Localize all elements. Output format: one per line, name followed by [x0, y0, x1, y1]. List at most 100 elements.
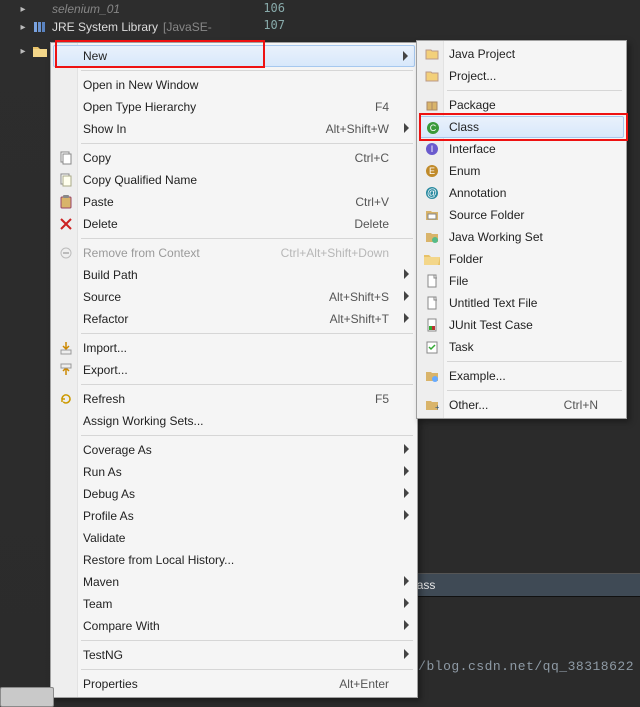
new-submenu-item[interactable]: @Annotation	[419, 182, 624, 204]
context-menu-item[interactable]: Open in New Window	[53, 74, 415, 96]
context-menu-item-label: Debug As	[83, 487, 389, 501]
explorer-row-label: JRE System Library	[52, 20, 158, 34]
context-menu-item[interactable]: Build Path	[53, 264, 415, 286]
working-set-icon	[424, 229, 440, 245]
context-menu-item[interactable]: DeleteDelete	[53, 213, 415, 235]
folder-icon	[424, 251, 440, 267]
node-icon	[33, 2, 47, 16]
export-icon	[58, 362, 74, 378]
chevron-right-icon	[404, 444, 409, 454]
new-submenu-item[interactable]: JUnit Test Case	[419, 314, 624, 336]
context-menu-item-label: Profile As	[83, 509, 389, 523]
new-submenu-item[interactable]: Package	[419, 94, 624, 116]
new-submenu-item[interactable]: I Interface	[419, 138, 624, 160]
context-menu-item-shortcut: Alt+Shift+S	[301, 290, 389, 304]
context-menu-item[interactable]: Validate	[53, 527, 415, 549]
context-menu-item-label: Paste	[83, 195, 327, 209]
context-menu-item[interactable]: New	[53, 45, 415, 67]
proj-icon	[424, 68, 440, 84]
context-menu-item[interactable]: RefactorAlt+Shift+T	[53, 308, 415, 330]
context-menu-item[interactable]: Profile As	[53, 505, 415, 527]
new-submenu-item[interactable]: Java Working Set	[419, 226, 624, 248]
new-submenu-item-label: Task	[449, 340, 598, 354]
context-menu-item-label: Restore from Local History...	[83, 553, 389, 567]
context-menu-item[interactable]: Open Type HierarchyF4	[53, 96, 415, 118]
tree-twist-icon[interactable]: ▸	[18, 46, 28, 57]
context-menu-item-label: Team	[83, 597, 389, 611]
menu-separator	[81, 384, 413, 385]
context-menu-item[interactable]: Debug As	[53, 483, 415, 505]
new-submenu-item-label: Project...	[449, 69, 598, 83]
svg-text:I: I	[431, 144, 434, 154]
context-menu-item-label: Coverage As	[83, 443, 389, 457]
new-submenu-item-label: Java Project	[449, 47, 598, 61]
refresh-icon	[58, 391, 74, 407]
context-menu-item[interactable]: TestNG	[53, 644, 415, 666]
new-submenu-item[interactable]: Java Project	[419, 43, 624, 65]
explorer-row[interactable]: ▸JRE System Library [JavaSE-	[0, 18, 230, 36]
new-submenu-item-label: Java Working Set	[449, 230, 598, 244]
line-number: 106	[230, 0, 285, 17]
folder-open-icon	[33, 44, 47, 58]
svg-text:E: E	[429, 166, 435, 176]
context-menu-item[interactable]: Maven	[53, 571, 415, 593]
context-menu-item-label: Properties	[83, 677, 311, 691]
context-menu-item[interactable]: Copy Qualified Name	[53, 169, 415, 191]
context-menu-item[interactable]: Restore from Local History...	[53, 549, 415, 571]
context-menu-item-label: Run As	[83, 465, 389, 479]
new-submenu[interactable]: Java Project Project... PackageCClass I Inte…	[416, 40, 627, 419]
context-menu-item[interactable]: SourceAlt+Shift+S	[53, 286, 415, 308]
svg-text:C: C	[430, 123, 437, 133]
new-submenu-item[interactable]: Source Folder	[419, 204, 624, 226]
new-submenu-item[interactable]: EEnum	[419, 160, 624, 182]
context-menu[interactable]: New Open in New Window Open Type Hierarchy…	[50, 42, 418, 698]
line-numbers: 106107	[230, 0, 293, 34]
new-submenu-item[interactable]: CClass	[419, 116, 624, 138]
context-menu-item-label: TestNG	[83, 648, 389, 662]
new-submenu-item[interactable]: Untitled Text File	[419, 292, 624, 314]
context-menu-item[interactable]: Team	[53, 593, 415, 615]
new-submenu-item[interactable]: Example...	[419, 365, 624, 387]
context-menu-item-label: Open in New Window	[83, 78, 389, 92]
context-menu-item-label: Copy Qualified Name	[83, 173, 389, 187]
context-menu-item-label: Compare With	[83, 619, 389, 633]
context-menu-item[interactable]: PropertiesAlt+Enter	[53, 673, 415, 695]
new-submenu-item-label: Source Folder	[449, 208, 598, 222]
new-submenu-item[interactable]: +Other...Ctrl+N	[419, 394, 624, 416]
tree-twist-icon[interactable]: ▸	[18, 22, 28, 33]
context-menu-item-shortcut: Ctrl+V	[327, 195, 389, 209]
context-menu-item[interactable]: Compare With	[53, 615, 415, 637]
chevron-right-icon	[404, 313, 409, 323]
context-menu-item[interactable]: CopyCtrl+C	[53, 147, 415, 169]
context-menu-item-shortcut: Ctrl+C	[327, 151, 389, 165]
delete-icon	[58, 216, 74, 232]
new-submenu-item-label: Annotation	[449, 186, 598, 200]
chevron-right-icon	[404, 510, 409, 520]
menu-separator	[447, 390, 622, 391]
context-menu-item[interactable]: Import...	[53, 337, 415, 359]
new-submenu-item[interactable]: File	[419, 270, 624, 292]
new-submenu-item[interactable]: Project...	[419, 65, 624, 87]
context-menu-item[interactable]: PasteCtrl+V	[53, 191, 415, 213]
new-submenu-item-label: JUnit Test Case	[449, 318, 598, 332]
task-icon	[424, 339, 440, 355]
remove-ctx-icon	[58, 245, 74, 261]
context-menu-item[interactable]: Export...	[53, 359, 415, 381]
new-submenu-item-label: Interface	[449, 142, 598, 156]
context-menu-item[interactable]: Coverage As	[53, 439, 415, 461]
line-number: 107	[230, 17, 285, 34]
context-menu-item[interactable]: Show InAlt+Shift+W	[53, 118, 415, 140]
context-menu-item[interactable]: Run As	[53, 461, 415, 483]
tree-twist-icon[interactable]: ▸	[18, 4, 28, 15]
menu-separator	[81, 143, 413, 144]
context-menu-item[interactable]: Assign Working Sets...	[53, 410, 415, 432]
context-menu-item-label: Refactor	[83, 312, 302, 326]
context-menu-item[interactable]: RefreshF5	[53, 388, 415, 410]
context-menu-item-shortcut: Ctrl+Alt+Shift+Down	[253, 246, 389, 260]
new-submenu-item-shortcut: Ctrl+N	[536, 398, 598, 412]
context-menu-item-label: Show In	[83, 122, 298, 136]
new-submenu-item[interactable]: Folder	[419, 248, 624, 270]
explorer-row[interactable]: ▸selenium_01	[0, 0, 230, 18]
new-submenu-item[interactable]: Task	[419, 336, 624, 358]
new-submenu-item-label: File	[449, 274, 598, 288]
